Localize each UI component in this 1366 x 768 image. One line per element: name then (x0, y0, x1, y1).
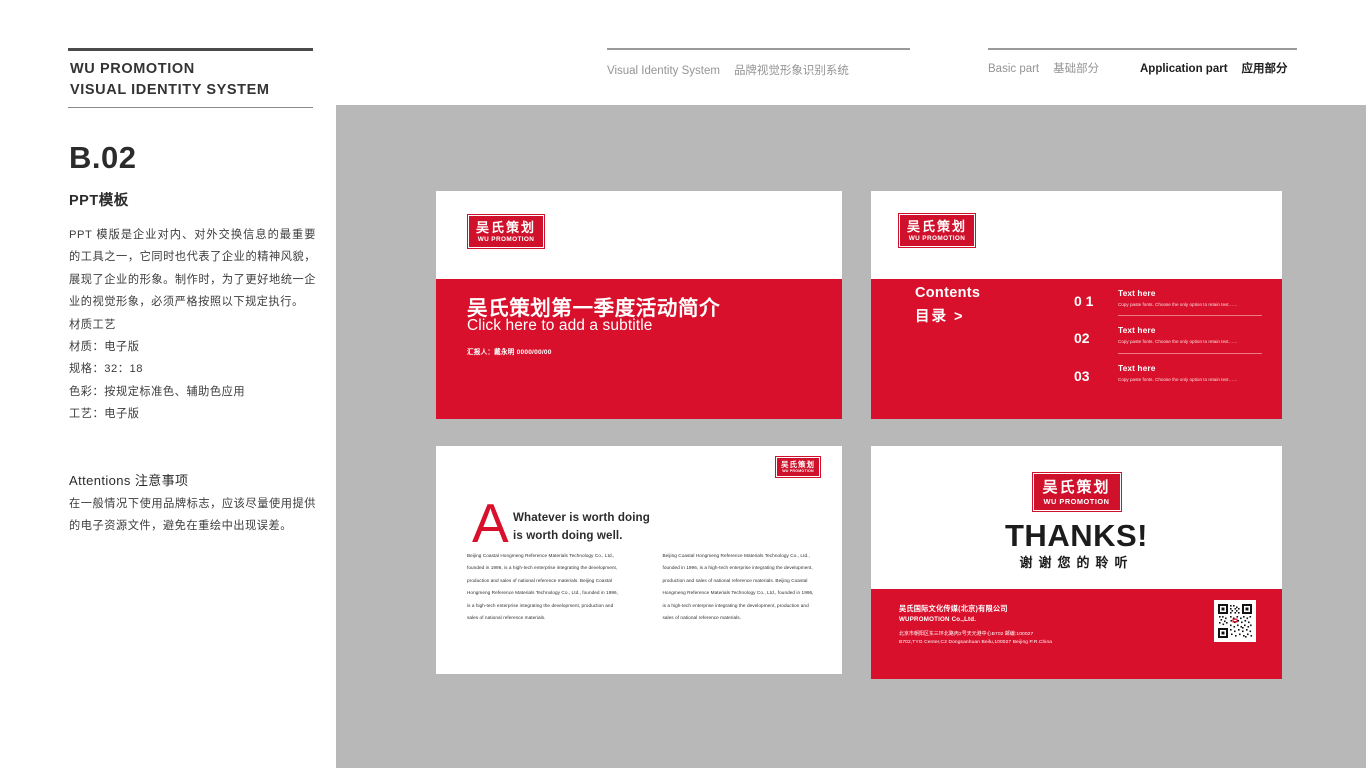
contents-label-cn: 目录 > (915, 309, 965, 325)
contents-label: Contents 目录 > (915, 285, 980, 326)
nav-group-system: Visual Identity System 品牌视觉形象识别系统 (607, 48, 910, 78)
spec-line: 材质：电子版 (69, 341, 140, 354)
sidebar-content: B.02 PPT模板 PPT 模版是企业对内、对外交换信息的最重要的工具之一，它… (69, 140, 316, 537)
logo-wrapper: 吴氏策划 WU PROMOTION (776, 457, 820, 478)
slide-quote[interactable]: 吴氏策划 WU PROMOTION A Whatever is worth do… (436, 446, 842, 674)
company-name-cn: 吴氏国际文化传媒(北京)有限公司 (899, 604, 1008, 613)
header-brand-block: WU PROMOTION VISUAL IDENTITY SYSTEM (68, 48, 313, 109)
qr-code-icon (1214, 600, 1256, 642)
attentions-heading: Attentions 注意事项 (69, 472, 189, 488)
quote-text: Whatever is worth doing is worth doing w… (513, 509, 650, 546)
logo-cn-text: 吴氏策划 (476, 220, 537, 235)
contents-list: 0 1 Text here Copy paste fonts. Choose t… (1074, 279, 1262, 390)
nav-label-basic-cn[interactable]: 基础部分 (1039, 60, 1099, 76)
contents-item-text: Copy paste fonts. Choose the only option… (1118, 302, 1238, 307)
logo-cn-text: 吴氏策划 (781, 460, 815, 469)
header-brand-title: WU PROMOTION VISUAL IDENTITY SYSTEM (68, 51, 313, 100)
contents-item-heading: Text here (1118, 288, 1156, 298)
contents-item-text: Copy paste fonts. Choose the only option… (1118, 376, 1238, 382)
nav-group-application-part[interactable]: Application part 应用部分 (1140, 48, 1297, 76)
slide-title-presenter-meta: 汇报人：戴永明 0000/00/00 (467, 349, 552, 356)
thanks-subheading: 谢谢您的聆听 (1019, 555, 1134, 570)
quote-line-2: is worth doing well. (513, 529, 623, 543)
slide-thanks[interactable]: 吴氏策划 WU PROMOTION THANKS! 谢谢您的聆听 吴氏国际文化传… (871, 446, 1282, 679)
quote-column-left: Beijing Coastal Hongmeng Reference Mater… (467, 550, 619, 625)
logo-wrapper: 吴氏策划 WU PROMOTION (899, 214, 976, 248)
brand-logo-icon: 吴氏策划 WU PROMOTION (468, 215, 545, 249)
logo-cn-text: 吴氏策划 (907, 219, 968, 234)
nav-label-vis-en[interactable]: Visual Identity System (607, 65, 720, 77)
spec-line: 规格：32：18 (69, 363, 144, 376)
logo-wrapper: 吴氏策划 WU PROMOTION (1032, 473, 1121, 512)
logo-wrapper: 吴氏策划 WU PROMOTION (468, 215, 545, 249)
contents-item-body: Text here Copy paste fonts. Choose the o… (1118, 325, 1262, 354)
nav-group-basic-part[interactable]: Basic part 基础部分 (988, 48, 1108, 76)
nav-label-basic-en[interactable]: Basic part (988, 63, 1039, 75)
company-address-en: B702,TYG Center,C2 Dongsanhuan Beilu,100… (899, 640, 1053, 645)
brand-logo-icon: 吴氏策划 WU PROMOTION (776, 457, 820, 478)
attentions-body: 在一般情况下使用品牌标志，应该尽量使用提供的电子资源文件，避免在重绘中出现误差。 (69, 497, 316, 533)
quote-column-right: Beijing Coastal Hongmeng Reference Mater… (663, 550, 815, 625)
brand-line-1: WU PROMOTION (70, 61, 195, 77)
contents-label-en: Contents (915, 285, 981, 301)
logo-en-text: WU PROMOTION (908, 235, 966, 242)
contents-item-heading: Text here (1118, 362, 1156, 373)
nav-label-vis-cn[interactable]: 品牌视觉形象识别系统 (720, 62, 849, 78)
nav-label-app-cn[interactable]: 应用部分 (1228, 60, 1288, 76)
contents-item-number: 03 (1074, 367, 1090, 384)
quote-paragraph: Beijing Coastal Hongmeng Reference Mater… (662, 553, 814, 621)
company-name-en: WUPROMOTION Co.,Ltd. (899, 616, 977, 623)
company-address-block: 吴氏国际文化传媒(北京)有限公司 WUPROMOTION Co.,Ltd. 北京… (899, 604, 1052, 645)
brand-logo-icon: 吴氏策划 WU PROMOTION (1032, 473, 1121, 512)
slide-contents-header: 吴氏策划 WU PROMOTION (871, 191, 1282, 279)
contents-item[interactable]: 02 Text here Copy paste fonts. Choose th… (1074, 316, 1262, 354)
spec-line: 色彩：按规定标准色、辅助色应用 (69, 385, 246, 398)
quote-body-columns: Beijing Coastal Hongmeng Reference Mater… (467, 550, 814, 625)
spec-line: 材质工艺 (69, 318, 116, 331)
spec-line: 工艺：电子版 (69, 408, 140, 421)
contents-item-number: 0 1 (1074, 293, 1094, 309)
logo-en-text: WU PROMOTION (782, 469, 814, 473)
quote-drop-cap: A (472, 492, 509, 554)
contents-item[interactable]: 03 Text here Copy paste fonts. Choose th… (1074, 354, 1262, 390)
slide-contents[interactable]: 吴氏策划 WU PROMOTION Contents 目录 > 0 1 Text… (871, 191, 1282, 419)
contents-item-number: 02 (1074, 330, 1090, 347)
brand-line-2: VISUAL IDENTITY SYSTEM (70, 81, 270, 98)
contents-item-text: Copy paste fonts. Choose the only option… (1118, 339, 1238, 345)
nav-label-app-en[interactable]: Application part (1140, 63, 1228, 75)
logo-en-text: WU PROMOTION (1043, 497, 1110, 506)
contents-item-body: Text here Copy paste fonts. Choose the o… (1118, 288, 1262, 317)
section-description: PPT 模版是企业对内、对外交换信息的最重要的工具之一，它同时也代表了企业的精神… (69, 229, 316, 309)
slide-title-subtitle: Click here to add a subtitle (467, 317, 653, 334)
contents-item[interactable]: 0 1 Text here Copy paste fonts. Choose t… (1074, 279, 1262, 317)
header-rule-bottom (68, 107, 313, 109)
brand-logo-icon: 吴氏策划 WU PROMOTION (899, 214, 976, 248)
slide-title-cover[interactable]: 吴氏策划 WU PROMOTION 吴氏策划第一季度活动简介 Click her… (436, 191, 842, 419)
quote-paragraph: Beijing Coastal Hongmeng Reference Mater… (467, 553, 619, 621)
contents-item-heading: Text here (1118, 325, 1156, 336)
logo-cn-text: 吴氏策划 (1042, 479, 1111, 496)
logo-en-text: WU PROMOTION (477, 236, 535, 243)
section-subtitle: PPT模板 (69, 193, 129, 209)
quote-line-1: Whatever is worth doing (513, 511, 650, 524)
section-code: B.02 (69, 140, 137, 175)
company-address-cn: 北京市朝阳区东三环北路丙2号天元港中心B702 邮编:100027 (899, 632, 1034, 637)
contents-item-body: Text here Copy paste fonts. Choose the o… (1118, 363, 1262, 390)
thanks-heading: THANKS! (1005, 518, 1148, 553)
page-root: WU PROMOTION VISUAL IDENTITY SYSTEM Visu… (0, 0, 1366, 768)
slide-title-header: 吴氏策划 WU PROMOTION (436, 191, 842, 279)
